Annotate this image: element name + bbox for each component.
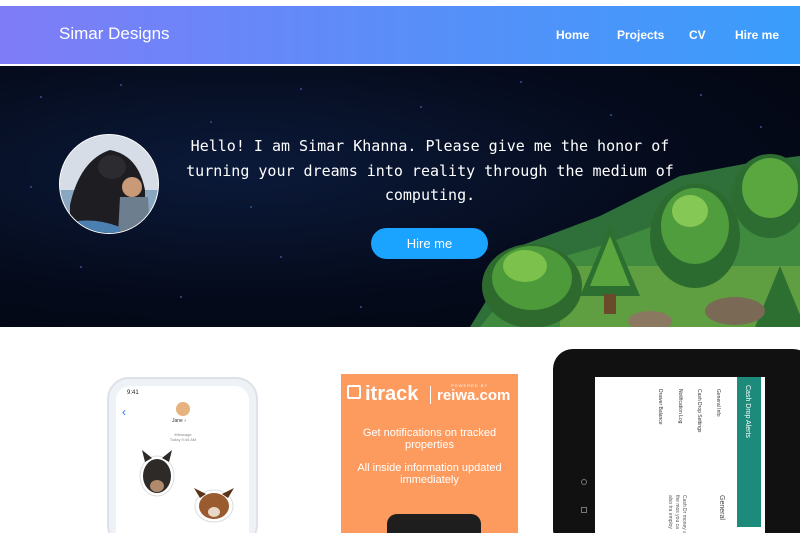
itrack-header: itrack POWERED BY reiwa.com: [341, 374, 518, 414]
tablet-mockup-card[interactable]: Cash Drop Alerts General Info Cash Drop …: [553, 349, 800, 533]
itrack-project-card[interactable]: itrack POWERED BY reiwa.com Get notifica…: [341, 374, 518, 533]
app-header-bar: Cash Drop Alerts: [737, 377, 761, 527]
dog-sticker-1: [139, 450, 175, 497]
app-title: Cash Drop Alerts: [744, 385, 751, 438]
hire-me-button[interactable]: Hire me: [371, 228, 488, 259]
itrack-feature-1: Get notifications on tracked properties: [362, 427, 497, 451]
tablet-menu-item-drawer-balance[interactable]: Drawer Balance: [657, 389, 663, 425]
tablet-section-heading: General: [718, 495, 725, 520]
contact-avatar: [176, 402, 190, 416]
phone-status-time: 9:41: [127, 390, 139, 396]
phone-mockup-card[interactable]: 9:41 ‹ Jane › iMessage Today 9:46 AM: [107, 377, 258, 533]
tablet-screen: Cash Drop Alerts General Info Cash Drop …: [595, 377, 765, 533]
nav-link-hire-me[interactable]: Hire me: [735, 28, 779, 42]
back-chevron-icon: ‹: [122, 405, 126, 419]
itrack-feature-2: All inside information updated immediate…: [357, 462, 502, 486]
tablet-menu-item-general-info[interactable]: General Info: [715, 389, 721, 417]
tablet-body-text: Cash Dr money a the mos you ca also tra …: [667, 495, 687, 533]
nav-home-icon: [581, 507, 587, 513]
dog-sticker-2: [194, 488, 234, 523]
message-meta: iMessage Today 9:46 AM: [169, 432, 197, 442]
hero-banner: Hello! I am Simar Khanna. Please give me…: [0, 66, 800, 327]
nav-link-cv[interactable]: CV: [689, 28, 706, 42]
device-preview: [387, 514, 481, 533]
nav-link-home[interactable]: Home: [556, 28, 589, 42]
profile-avatar: [59, 134, 159, 234]
house-icon: [347, 385, 361, 399]
navbar: Simar Designs Home Projects CV Hire me: [0, 6, 800, 64]
project-cards: 9:41 ‹ Jane › iMessage Today 9:46 AM itr…: [0, 327, 800, 533]
tablet-menu-item-cash-drop-settings[interactable]: Cash Drop Settings: [696, 389, 702, 432]
tablet-menu-item-notification-log[interactable]: Notification Log: [677, 389, 683, 423]
tablet-nav-icons: [581, 439, 589, 519]
hero-greeting: Hello! I am Simar Khanna. Please give me…: [186, 137, 674, 204]
logo-divider: [430, 386, 431, 404]
contact-name: Jane ›: [172, 418, 186, 424]
nav-back-icon: [581, 479, 587, 485]
partner-logo: reiwa.com: [437, 387, 511, 404]
phone-screen: 9:41 ‹ Jane › iMessage Today 9:46 AM: [116, 386, 249, 533]
nav-link-projects[interactable]: Projects: [617, 28, 664, 42]
brand-logo-link[interactable]: Simar Designs: [59, 24, 170, 44]
itrack-logo: itrack: [365, 383, 419, 405]
